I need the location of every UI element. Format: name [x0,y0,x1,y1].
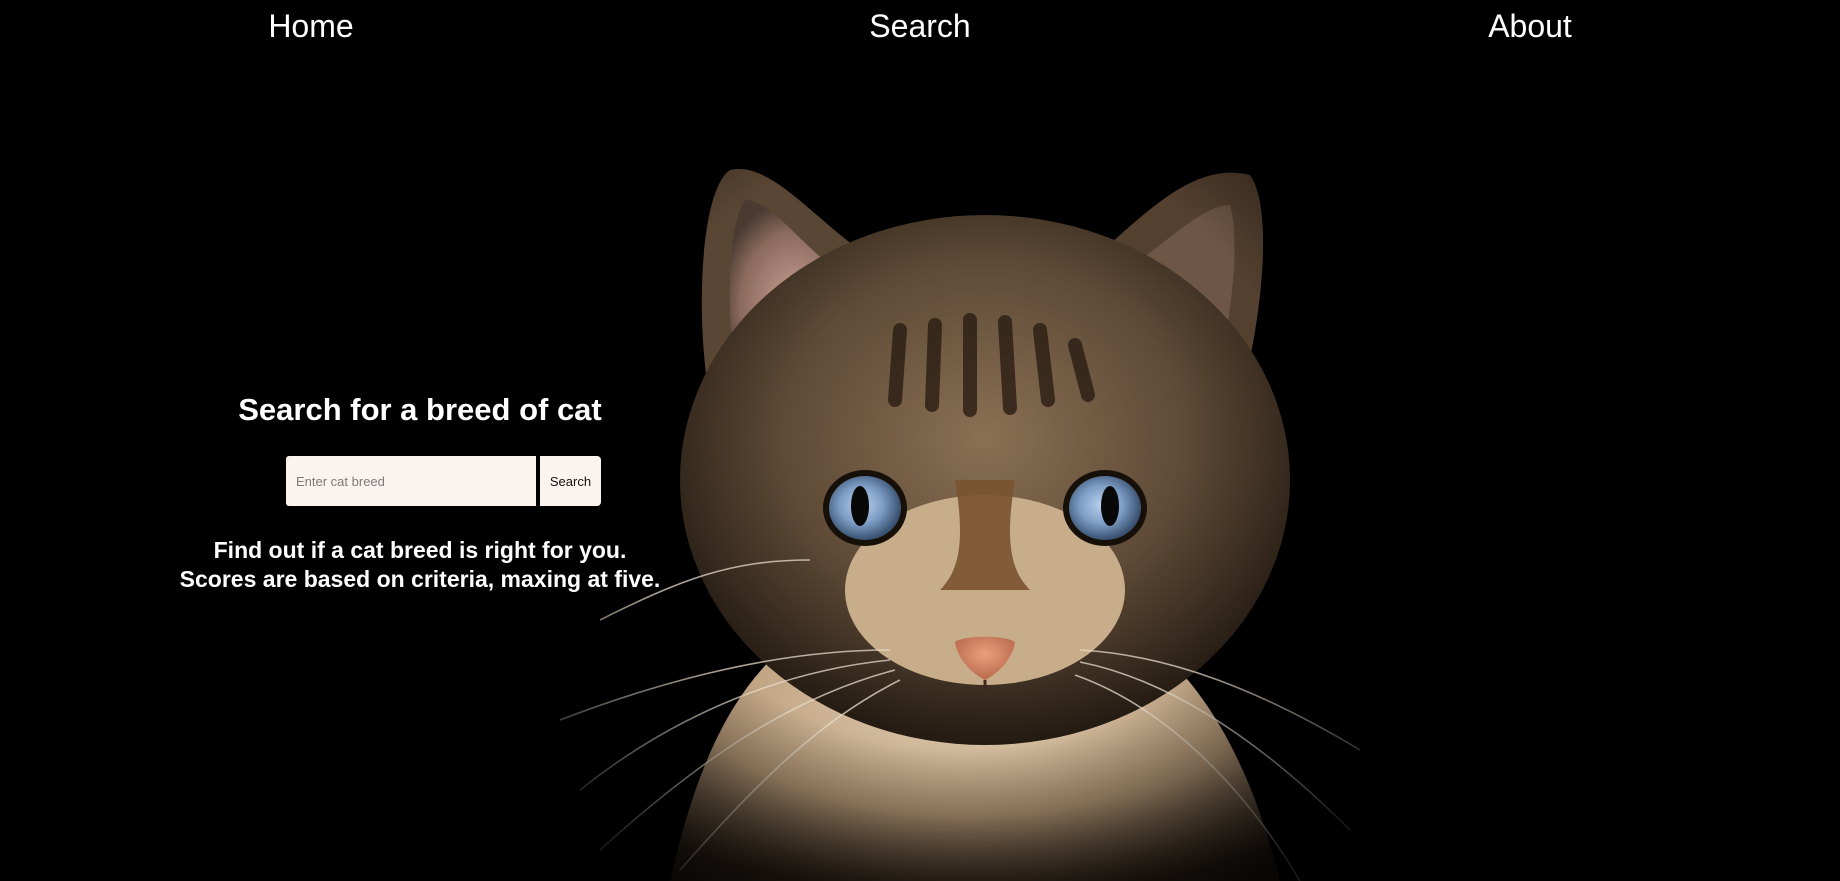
search-description: Find out if a cat breed is right for you… [150,536,690,594]
search-heading: Search for a breed of cat [238,392,602,427]
page: Home Search About Search for a breed of … [0,0,1840,881]
search-form: Search [150,456,690,506]
nav-about-link[interactable]: About [1488,6,1572,46]
top-nav: Home Search About [0,0,1840,56]
description-line-1: Find out if a cat breed is right for you… [213,537,627,563]
search-button[interactable]: Search [540,456,601,506]
nav-home-link[interactable]: Home [268,6,353,46]
search-panel: Search for a breed of cat Search Find ou… [150,390,690,594]
description-line-2: Scores are based on criteria, maxing at … [179,566,661,592]
nav-search-link[interactable]: Search [869,6,970,46]
cat-breed-search-input[interactable] [286,456,536,506]
